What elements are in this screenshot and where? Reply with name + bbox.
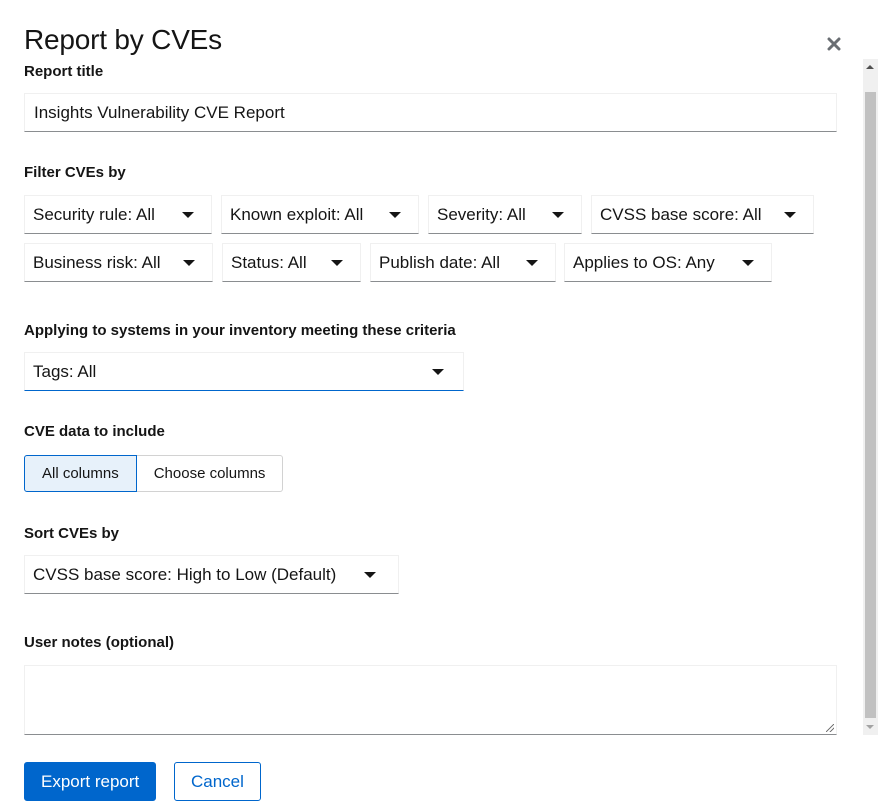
- filter-security-rule-label: Security rule: All: [33, 204, 155, 224]
- report-title-value: Insights Vulnerability CVE Report: [34, 102, 285, 122]
- report-title-input[interactable]: Insights Vulnerability CVE Report: [24, 93, 837, 132]
- sort-label: Sort CVEs by: [24, 525, 120, 542]
- filter-label: Filter CVEs by: [24, 164, 126, 181]
- filter-security-rule[interactable]: Security rule: All: [24, 195, 212, 234]
- caret-down-icon: [526, 259, 538, 266]
- cve-data-toggle-group: All columns Choose columns: [24, 455, 284, 492]
- filter-applies-to-os[interactable]: Applies to OS: Any: [564, 243, 772, 282]
- caret-down-icon: [331, 259, 343, 266]
- tags-select-label: Tags: All: [33, 361, 97, 381]
- scrollbar[interactable]: [863, 59, 878, 735]
- user-notes-textarea[interactable]: [24, 665, 837, 735]
- cancel-button[interactable]: Cancel: [174, 762, 261, 801]
- filter-status[interactable]: Status: All: [222, 243, 361, 282]
- scroll-down-arrow-icon[interactable]: [866, 725, 874, 729]
- filter-cvss-base-score[interactable]: CVSS base score: All: [591, 195, 814, 234]
- close-button[interactable]: [822, 32, 846, 56]
- close-icon: [827, 37, 841, 51]
- caret-down-icon: [389, 211, 401, 218]
- caret-down-icon: [784, 211, 796, 218]
- inventory-label: Applying to systems in your inventory me…: [24, 322, 456, 339]
- scroll-up-arrow-icon[interactable]: [866, 65, 874, 69]
- filter-cvss-base-score-label: CVSS base score: All: [600, 204, 762, 224]
- filter-business-risk[interactable]: Business risk: All: [24, 243, 213, 282]
- cve-data-label: CVE data to include: [24, 423, 165, 440]
- filter-known-exploit[interactable]: Known exploit: All: [221, 195, 419, 234]
- caret-down-icon: [742, 259, 754, 266]
- sort-select[interactable]: CVSS base score: High to Low (Default): [24, 555, 399, 594]
- filter-known-exploit-label: Known exploit: All: [230, 204, 364, 224]
- caret-down-icon: [182, 211, 194, 218]
- caret-down-icon: [432, 368, 444, 375]
- toggle-choose-columns[interactable]: Choose columns: [136, 455, 284, 492]
- filter-severity-label: Severity: All: [437, 204, 526, 224]
- modal-title: Report by CVEs: [24, 24, 222, 55]
- filter-publish-date-label: Publish date: All: [379, 252, 500, 272]
- filter-publish-date[interactable]: Publish date: All: [370, 243, 556, 282]
- notes-label: User notes (optional): [24, 634, 175, 651]
- resize-handle-icon[interactable]: [826, 724, 834, 732]
- filter-severity[interactable]: Severity: All: [428, 195, 582, 234]
- tags-select[interactable]: Tags: All: [24, 352, 464, 391]
- scrollbar-thumb[interactable]: [865, 92, 876, 718]
- report-title-label: Report title: [24, 63, 104, 80]
- filter-status-label: Status: All: [231, 252, 307, 272]
- sort-select-label: CVSS base score: High to Low (Default): [33, 564, 337, 584]
- export-report-button[interactable]: Export report: [24, 762, 157, 801]
- filter-business-risk-label: Business risk: All: [33, 252, 161, 272]
- caret-down-icon: [364, 571, 376, 578]
- toggle-all-columns[interactable]: All columns: [24, 455, 137, 492]
- caret-down-icon: [552, 211, 564, 218]
- caret-down-icon: [183, 259, 195, 266]
- filter-applies-to-os-label: Applies to OS: Any: [573, 252, 715, 272]
